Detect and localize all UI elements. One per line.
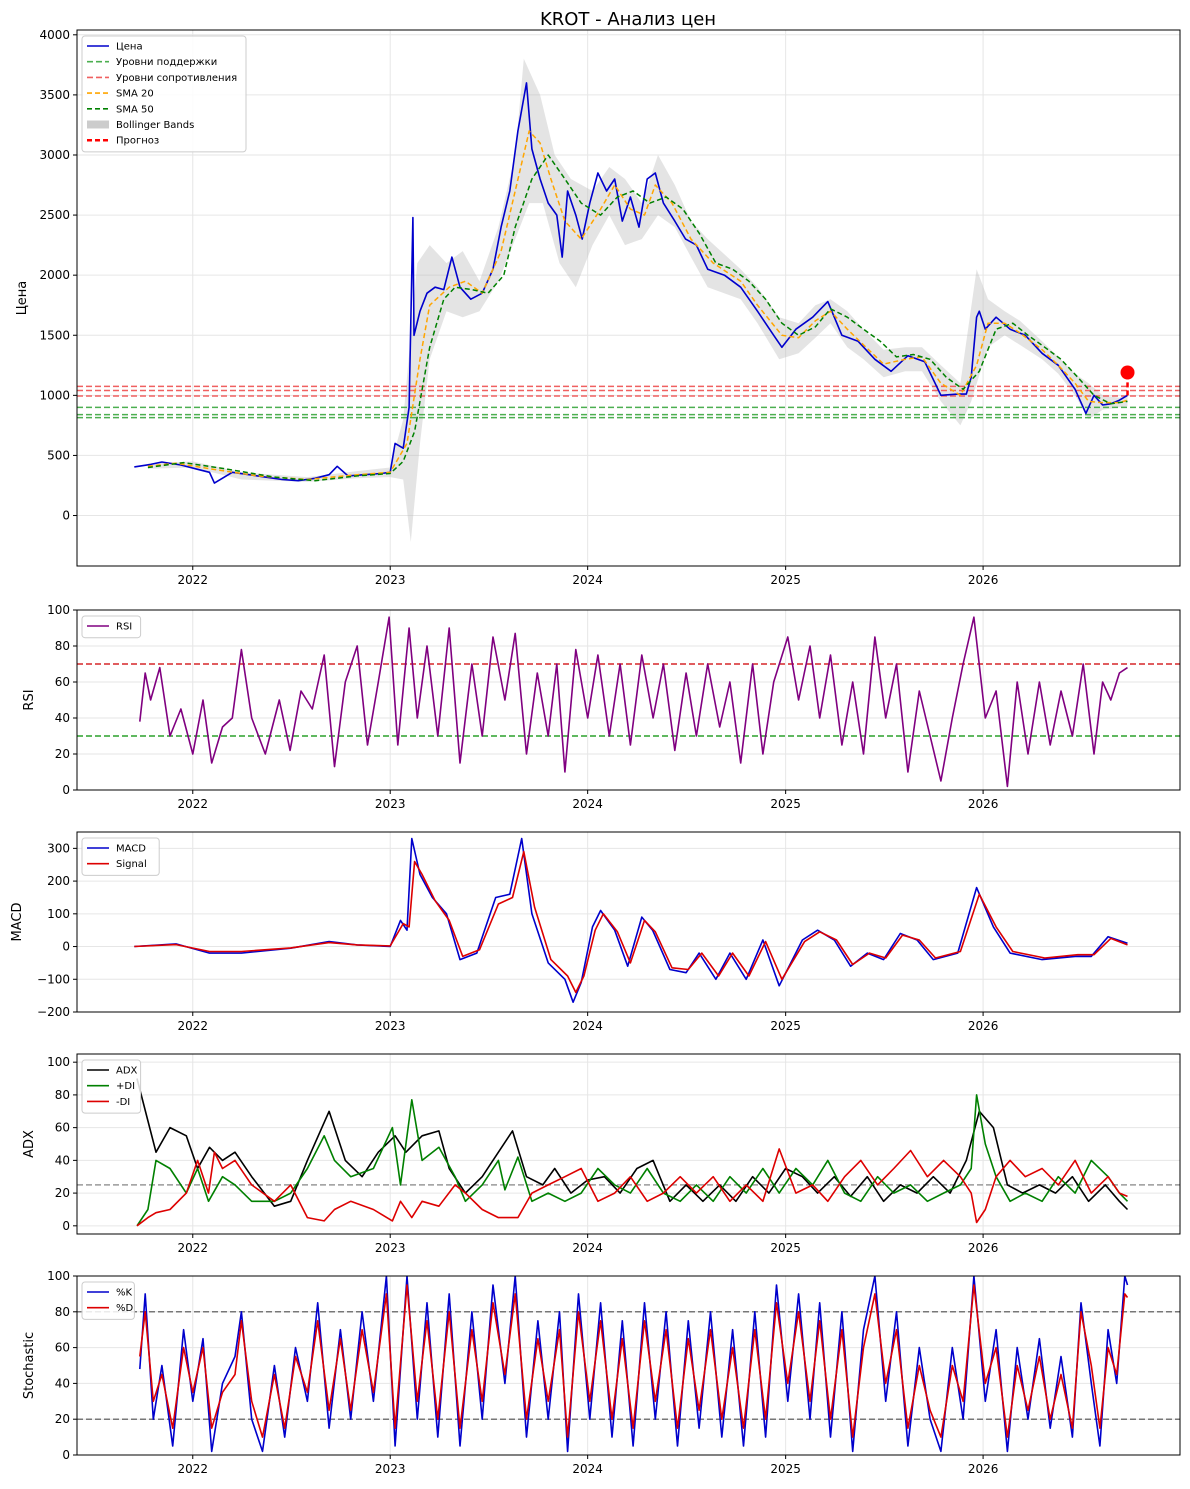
legend-entry-label: Bollinger Bands	[116, 120, 194, 131]
legend-entry-label: +DI	[116, 1081, 135, 1092]
legend-entry-label: Уровни поддержки	[116, 57, 217, 68]
x-tick-label: 2025	[770, 797, 801, 811]
legend-entry-label: MACD	[116, 844, 146, 855]
y-tick-label: 1500	[39, 328, 70, 342]
y-axis-label: Stochastic	[22, 1332, 37, 1399]
y-tick-label: 80	[55, 639, 70, 653]
legend-entry-label: -DI	[116, 1097, 130, 1108]
legend-entry-label: SMA 20	[116, 89, 154, 100]
x-tick-label: 2026	[968, 797, 999, 811]
x-tick-label: 2026	[968, 1241, 999, 1255]
y-tick-label: 80	[55, 1305, 70, 1319]
y-tick-label: 2000	[39, 268, 70, 282]
legend-entry-label: %K	[116, 1288, 133, 1299]
x-tick-label: 2024	[572, 1019, 603, 1033]
y-tick-label: −200	[37, 1005, 70, 1019]
x-tick-label: 2025	[770, 1462, 801, 1476]
x-tick-label: 2022	[177, 1241, 208, 1255]
legend-entry-label: RSI	[116, 622, 132, 633]
x-tick-label: 2026	[968, 1019, 999, 1033]
y-tick-label: 4000	[39, 28, 70, 42]
x-tick-label: 2024	[572, 573, 603, 587]
y-tick-label: 200	[47, 874, 70, 888]
x-tick-label: 2023	[375, 797, 406, 811]
x-tick-label: 2022	[177, 573, 208, 587]
legend: %K %D	[81, 1281, 135, 1320]
y-tick-label: 0	[62, 783, 70, 797]
y-axis-label: ADX	[22, 1130, 37, 1158]
legend-box	[81, 35, 247, 153]
legend-swatch	[87, 120, 109, 129]
y-tick-label: 100	[47, 603, 70, 617]
y-tick-label: 2500	[39, 208, 70, 222]
legend: MACD Signal	[81, 837, 160, 876]
y-tick-label: 100	[47, 1269, 70, 1283]
x-tick-label: 2024	[572, 1241, 603, 1255]
y-tick-label: 100	[47, 1055, 70, 1069]
y-tick-label: 80	[55, 1088, 70, 1102]
x-tick-label: 2026	[968, 1462, 999, 1476]
y-tick-label: 300	[47, 841, 70, 855]
y-tick-label: 60	[55, 1121, 70, 1135]
x-tick-label: 2022	[177, 1462, 208, 1476]
legend-entry-label: Signal	[116, 859, 147, 870]
x-tick-label: 2023	[375, 1462, 406, 1476]
y-tick-label: 40	[55, 1153, 70, 1167]
legend-entry-label: SMA 50	[116, 104, 154, 115]
x-tick-label: 2025	[770, 1241, 801, 1255]
chart-title: KROT - Анализ цен	[540, 9, 716, 30]
y-axis-label: MACD	[10, 903, 25, 942]
x-tick-label: 2022	[177, 797, 208, 811]
figure: KROT - Анализ цен 2022 2023 2024 2025 2026 0 5…	[0, 0, 1190, 1489]
y-tick-label: 3000	[39, 148, 70, 162]
x-tick-label: 2024	[572, 797, 603, 811]
y-tick-label: −100	[37, 972, 70, 986]
y-tick-label: 20	[55, 747, 70, 761]
y-axis-label: Цена	[15, 281, 30, 316]
legend-entry-label: Цена	[116, 42, 143, 53]
x-tick-label: 2025	[770, 573, 801, 587]
y-tick-label: 0	[62, 1448, 70, 1462]
y-axis-label: RSI	[22, 689, 37, 710]
forecast-marker	[1120, 365, 1135, 380]
y-tick-label: 0	[62, 940, 70, 954]
x-tick-label: 2025	[770, 1019, 801, 1033]
x-tick-label: 2026	[968, 573, 999, 587]
y-tick-label: 20	[55, 1412, 70, 1426]
y-tick-label: 100	[47, 907, 70, 921]
y-tick-label: 40	[55, 711, 70, 725]
x-tick-label: 2023	[375, 573, 406, 587]
y-tick-label: 60	[55, 675, 70, 689]
x-tick-label: 2022	[177, 1019, 208, 1033]
x-tick-label: 2023	[375, 1019, 406, 1033]
legend-entry-label: Уровни сопротивления	[116, 73, 237, 84]
y-tick-label: 3500	[39, 88, 70, 102]
legend-entry-label: ADX	[116, 1066, 138, 1077]
legend-entry-label: Прогноз	[116, 136, 159, 147]
legend: RSI	[81, 615, 142, 639]
y-tick-label: 40	[55, 1376, 70, 1390]
y-tick-label: 0	[62, 1219, 70, 1233]
legend-entry-label: %D	[116, 1303, 134, 1314]
legend: ADX +DI -DI	[81, 1059, 142, 1114]
x-tick-label: 2024	[572, 1462, 603, 1476]
y-tick-label: 60	[55, 1341, 70, 1355]
legend: Цена Уровни поддержки Уровни сопротивления…	[81, 35, 247, 153]
y-tick-label: 500	[47, 448, 70, 462]
y-tick-label: 0	[62, 509, 70, 523]
y-tick-label: 20	[55, 1186, 70, 1200]
x-tick-label: 2023	[375, 1241, 406, 1255]
y-tick-label: 1000	[39, 388, 70, 402]
